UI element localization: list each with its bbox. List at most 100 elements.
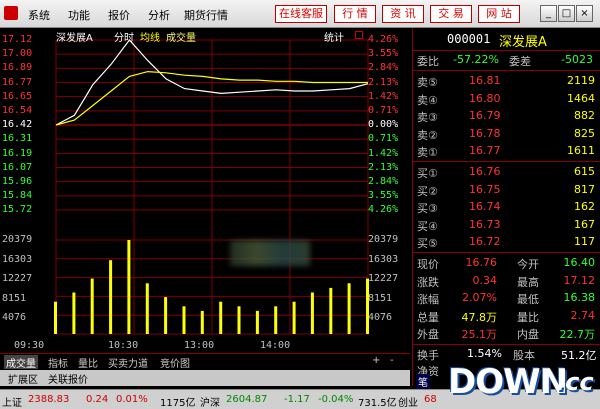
pct-label: 1.42% [368, 147, 399, 159]
intraday-chart[interactable] [0, 28, 410, 352]
stat-row: 总量 47.8万 量比 2.74 [413, 308, 600, 325]
stat-button[interactable]: 统计 [324, 29, 344, 44]
sell-level-price: 16.78 [469, 126, 501, 140]
buy-level-label: 买③ [417, 202, 438, 216]
zoom-out-button[interactable]: - [388, 355, 396, 369]
menu-futures[interactable]: 期货行情 [184, 7, 228, 23]
website-button[interactable]: 网 站 [478, 5, 520, 23]
stock-name: 深发展A [499, 35, 547, 50]
minimize-icon[interactable]: _ [540, 5, 557, 22]
sell-level-volume: 882 [574, 109, 595, 123]
volume-bar [127, 240, 131, 334]
buy-level-volume: 817 [574, 182, 595, 196]
time-label-1300: 13:00 [184, 340, 215, 351]
divider [413, 50, 600, 51]
close-icon[interactable]: × [576, 5, 593, 22]
stat-label: 总量 [417, 310, 439, 324]
stock-code: 000001 [447, 32, 491, 46]
chart-header: 深发展A 分时 均线 成交量 统计 [0, 28, 410, 44]
tab-extension[interactable]: 扩展区 [8, 371, 38, 386]
buy-level-row[interactable]: 买③ 16.74 162 [413, 199, 600, 216]
stat-label: 内盘 [517, 328, 539, 342]
pct-label: 0.00% [368, 119, 399, 131]
sz-change: -1.17 [284, 394, 310, 405]
chart-timeshare-tab[interactable]: 分时 [114, 29, 134, 44]
sell-level-row[interactable]: 卖② 16.78 825 [413, 126, 600, 143]
maximize-icon[interactable]: □ [558, 5, 575, 22]
stat-value: 17.12 [563, 273, 596, 287]
weicha-label: 委差 [509, 55, 531, 68]
volume-label: 12227 [2, 273, 33, 284]
sell-level-volume: 825 [574, 126, 595, 140]
turnover-label: 换手 [417, 349, 439, 362]
buy-level-row[interactable]: 买① 16.76 615 [413, 164, 600, 181]
buy-level-row[interactable]: 买⑤ 16.72 117 [413, 234, 600, 251]
market-button[interactable]: 行 情 [334, 5, 376, 23]
menu-system[interactable]: 系统 [28, 7, 50, 23]
sell-level-price: 16.77 [469, 144, 501, 158]
trade-button[interactable]: 交 易 [430, 5, 472, 23]
pct-label: 3.55% [368, 190, 399, 202]
watermark-suffix: .cc [556, 368, 594, 396]
stat-value: 0.34 [472, 273, 498, 287]
tab-auction[interactable]: 竞价图 [158, 355, 192, 370]
volume-label: 8151 [368, 292, 393, 304]
pct-label: 4.26% [368, 34, 399, 45]
stat-value: 22.7万 [559, 328, 596, 342]
stat-label: 涨幅 [417, 293, 439, 307]
sell-level-price: 16.81 [469, 74, 501, 87]
tab-volume-ratio[interactable]: 量比 [76, 355, 100, 370]
pct-label: 0.71% [368, 133, 399, 145]
time-label-1030: 10:30 [108, 340, 139, 351]
sh-change: 0.24 [86, 394, 109, 405]
stat-label: 外盘 [417, 328, 439, 342]
pct-label: 2.13% [368, 76, 399, 88]
sz-value: 2604.87 [226, 394, 268, 405]
menu-quote[interactable]: 报价 [108, 7, 130, 23]
stat-value: 16.76 [465, 256, 498, 269]
sz-label: 沪深 [200, 398, 220, 409]
tab-volume[interactable]: 成交量 [4, 355, 38, 370]
price-label: 16.65 [2, 90, 33, 102]
stat-row: 现价 16.76 今开 16.40 [413, 255, 600, 272]
volume-label: 4076 [2, 312, 27, 323]
buy-level-price: 16.75 [469, 182, 501, 196]
weicha-value: -5023 [561, 53, 593, 66]
chart-stock-name: 深发展A [56, 33, 93, 44]
sell-level-row[interactable]: 卖⑤ 16.81 2119 [413, 73, 600, 90]
menu-analysis[interactable]: 分析 [148, 7, 170, 23]
price-label: 16.77 [2, 76, 33, 88]
price-label: 15.84 [2, 190, 33, 202]
tab-related-quote[interactable]: 关联报价 [48, 371, 88, 386]
tab-indicator[interactable]: 指标 [46, 355, 70, 370]
sell-level-price: 16.79 [469, 109, 501, 123]
stat-label: 量比 [517, 310, 539, 324]
pct-label: 1.42% [368, 90, 399, 102]
turnover-value: 1.54% [467, 347, 502, 360]
buy-level-label: 买② [417, 184, 438, 198]
volume-label: 4076 [368, 312, 393, 323]
stat-row: 涨幅 2.07% 最低 16.38 [413, 290, 600, 307]
divider [413, 70, 600, 71]
volume-bar [292, 301, 296, 334]
menu-bar: 系统 功能 报价 分析 期货行情 在线客服 行 情 资 讯 交 易 网 站 _ … [0, 0, 600, 28]
stat-value: 16.40 [563, 256, 596, 269]
price-label: 17.00 [2, 48, 33, 60]
menu-function[interactable]: 功能 [68, 7, 90, 23]
stat-value: 2.07% [462, 291, 497, 305]
zoom-in-button[interactable]: + [370, 355, 382, 369]
blurred-watermark [230, 240, 310, 266]
buy-level-row[interactable]: 买④ 16.73 167 [413, 217, 600, 234]
volume-bar [274, 306, 278, 334]
tab-buy-sell-force[interactable]: 买卖力道 [106, 355, 150, 370]
buy-level-price: 16.72 [469, 235, 501, 249]
pct-label: 2.84% [368, 62, 399, 74]
sell-level-row[interactable]: 卖① 16.77 1611 [413, 143, 600, 160]
buy-level-row[interactable]: 买② 16.75 817 [413, 182, 600, 199]
chart-expand-icon[interactable] [355, 31, 363, 39]
online-service-button[interactable]: 在线客服 [275, 5, 327, 23]
news-button[interactable]: 资 讯 [382, 5, 424, 23]
sz-amount: 731.5亿 [358, 398, 397, 409]
sell-level-row[interactable]: 卖④ 16.80 1464 [413, 91, 600, 108]
sell-level-row[interactable]: 卖③ 16.79 882 [413, 108, 600, 125]
